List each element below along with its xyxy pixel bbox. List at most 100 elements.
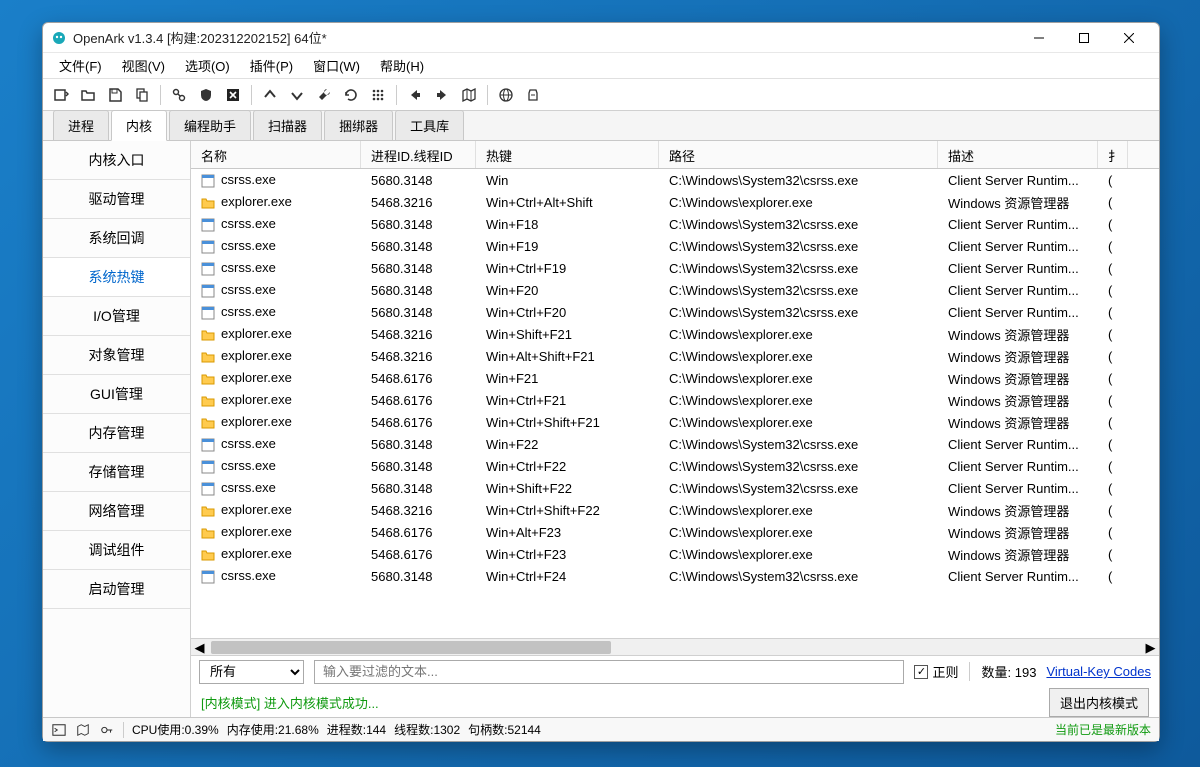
tab-捆绑器[interactable]: 捆绑器 — [324, 110, 393, 140]
import-icon[interactable] — [49, 83, 73, 107]
cell-pid: 5468.3216 — [361, 327, 476, 342]
refresh-icon[interactable] — [339, 83, 363, 107]
table-body[interactable]: csrss.exe5680.3148WinC:\Windows\System32… — [191, 169, 1159, 638]
table-row[interactable]: csrss.exe5680.3148Win+F20C:\Windows\Syst… — [191, 279, 1159, 301]
sidebar-item-调试组件[interactable]: 调试组件 — [43, 531, 190, 570]
sidebar-item-启动管理[interactable]: 启动管理 — [43, 570, 190, 609]
sidebar-item-驱动管理[interactable]: 驱动管理 — [43, 180, 190, 219]
cell-hotkey: Win+Shift+F21 — [476, 327, 659, 342]
tab-进程[interactable]: 进程 — [53, 110, 109, 140]
sidebar-item-内核入口[interactable]: 内核入口 — [43, 141, 190, 180]
globe-icon[interactable] — [494, 83, 518, 107]
terminal-icon[interactable] — [51, 722, 67, 738]
cell-hotkey: Win+Ctrl+F21 — [476, 393, 659, 408]
filter-input[interactable] — [314, 660, 904, 684]
table-row[interactable]: explorer.exe5468.3216Win+Alt+Shift+F21C:… — [191, 345, 1159, 367]
scroll-thumb[interactable] — [211, 641, 611, 654]
column-header[interactable]: 热键 — [476, 141, 659, 168]
cell-name: explorer.exe — [191, 348, 361, 364]
shield-icon[interactable] — [194, 83, 218, 107]
down-icon[interactable] — [285, 83, 309, 107]
filter-select[interactable]: 所有 — [199, 660, 304, 684]
sidebar-item-系统热键[interactable]: 系统热键 — [43, 258, 190, 297]
column-header[interactable]: 进程ID.线程ID — [361, 141, 476, 168]
thread-count: 线程数:1302 — [394, 721, 460, 738]
sidebar-item-内存管理[interactable]: 内存管理 — [43, 414, 190, 453]
copy-icon[interactable] — [130, 83, 154, 107]
sidebar-item-系统回调[interactable]: 系统回调 — [43, 219, 190, 258]
column-header[interactable]: 名称 — [191, 141, 361, 168]
table-row[interactable]: explorer.exe5468.3216Win+Ctrl+Alt+ShiftC… — [191, 191, 1159, 213]
count-display: 数量: 193 — [969, 662, 1037, 681]
exe-icon — [201, 438, 215, 452]
sidebar-item-存储管理[interactable]: 存储管理 — [43, 453, 190, 492]
table-row[interactable]: csrss.exe5680.3148WinC:\Windows\System32… — [191, 169, 1159, 191]
tab-内核[interactable]: 内核 — [111, 110, 167, 141]
table-row[interactable]: csrss.exe5680.3148Win+Ctrl+F20C:\Windows… — [191, 301, 1159, 323]
map-small-icon[interactable] — [75, 722, 91, 738]
menu-帮助H[interactable]: 帮助(H) — [370, 53, 434, 78]
table-row[interactable]: explorer.exe5468.3216Win+Shift+F21C:\Win… — [191, 323, 1159, 345]
table-row[interactable]: csrss.exe5680.3148Win+F19C:\Windows\Syst… — [191, 235, 1159, 257]
table-row[interactable]: explorer.exe5468.6176Win+Ctrl+Shift+F21C… — [191, 411, 1159, 433]
kernel-status-message: [内核模式] 进入内核模式成功... — [201, 693, 379, 712]
exe-icon — [201, 570, 215, 584]
cell-desc: Windows 资源管理器 — [938, 413, 1098, 432]
wrench-icon[interactable] — [312, 83, 336, 107]
scroll-right-icon[interactable]: ▶ — [1142, 639, 1159, 656]
menu-窗口W[interactable]: 窗口(W) — [303, 53, 370, 78]
cell-name: csrss.exe — [191, 436, 361, 452]
table-row[interactable]: csrss.exe5680.3148Win+Ctrl+F19C:\Windows… — [191, 257, 1159, 279]
menu-选项O[interactable]: 选项(O) — [175, 53, 240, 78]
table-row[interactable]: csrss.exe5680.3148Win+Ctrl+F22C:\Windows… — [191, 455, 1159, 477]
sidebar-item-GUI管理[interactable]: GUI管理 — [43, 375, 190, 414]
virtual-key-codes-link[interactable]: Virtual-Key Codes — [1046, 664, 1151, 679]
table-row[interactable]: explorer.exe5468.6176Win+Ctrl+F21C:\Wind… — [191, 389, 1159, 411]
cell-desc: Windows 资源管理器 — [938, 391, 1098, 410]
cell-name: csrss.exe — [191, 238, 361, 254]
column-header[interactable]: 路径 — [659, 141, 938, 168]
table-row[interactable]: explorer.exe5468.6176Win+Ctrl+F23C:\Wind… — [191, 543, 1159, 565]
tab-编程助手[interactable]: 编程助手 — [169, 110, 251, 140]
up-icon[interactable] — [258, 83, 282, 107]
grid-icon[interactable] — [366, 83, 390, 107]
table-row[interactable]: csrss.exe5680.3148Win+Shift+F22C:\Window… — [191, 477, 1159, 499]
side-nav: 内核入口驱动管理系统回调系统热键I/O管理对象管理GUI管理内存管理存储管理网络… — [43, 141, 191, 717]
sidebar-item-对象管理[interactable]: 对象管理 — [43, 336, 190, 375]
forward-icon[interactable] — [430, 83, 454, 107]
sidebar-item-I/O管理[interactable]: I/O管理 — [43, 297, 190, 336]
menu-插件P[interactable]: 插件(P) — [240, 53, 303, 78]
table-row[interactable]: explorer.exe5468.6176Win+F21C:\Windows\e… — [191, 367, 1159, 389]
key-icon[interactable] — [99, 722, 115, 738]
menu-文件F[interactable]: 文件(F) — [49, 53, 112, 78]
maximize-button[interactable] — [1061, 24, 1106, 52]
save-icon[interactable] — [103, 83, 127, 107]
exe-icon — [201, 174, 215, 188]
sidebar-item-网络管理[interactable]: 网络管理 — [43, 492, 190, 531]
back-icon[interactable] — [403, 83, 427, 107]
filter-bar: 所有 ✓ 正则 数量: 193 Virtual-Key Codes — [191, 655, 1159, 687]
close-button[interactable] — [1106, 24, 1151, 52]
table-row[interactable]: csrss.exe5680.3148Win+F22C:\Windows\Syst… — [191, 433, 1159, 455]
scroll-left-icon[interactable]: ◀ — [191, 639, 208, 656]
link-icon[interactable] — [167, 83, 191, 107]
table-row[interactable]: csrss.exe5680.3148Win+F18C:\Windows\Syst… — [191, 213, 1159, 235]
column-header[interactable]: 描述 — [938, 141, 1098, 168]
cell-path: C:\Windows\System32\csrss.exe — [659, 459, 938, 474]
minimize-button[interactable] — [1016, 24, 1061, 52]
tab-工具库[interactable]: 工具库 — [395, 110, 464, 140]
regex-checkbox[interactable]: ✓ 正则 — [914, 662, 958, 681]
donate-icon[interactable] — [521, 83, 545, 107]
exit-kernel-button[interactable]: 退出内核模式 — [1049, 688, 1149, 717]
menu-视图V[interactable]: 视图(V) — [112, 53, 175, 78]
table-row[interactable]: csrss.exe5680.3148Win+Ctrl+F24C:\Windows… — [191, 565, 1159, 587]
map-icon[interactable] — [457, 83, 481, 107]
column-header[interactable]: 扌 — [1098, 141, 1128, 168]
tab-扫描器[interactable]: 扫描器 — [253, 110, 322, 140]
open-icon[interactable] — [76, 83, 100, 107]
horizontal-scrollbar[interactable]: ◀ ▶ — [191, 638, 1159, 655]
stop-icon[interactable] — [221, 83, 245, 107]
table-row[interactable]: explorer.exe5468.3216Win+Ctrl+Shift+F22C… — [191, 499, 1159, 521]
cell-path: C:\Windows\explorer.exe — [659, 327, 938, 342]
table-row[interactable]: explorer.exe5468.6176Win+Alt+F23C:\Windo… — [191, 521, 1159, 543]
